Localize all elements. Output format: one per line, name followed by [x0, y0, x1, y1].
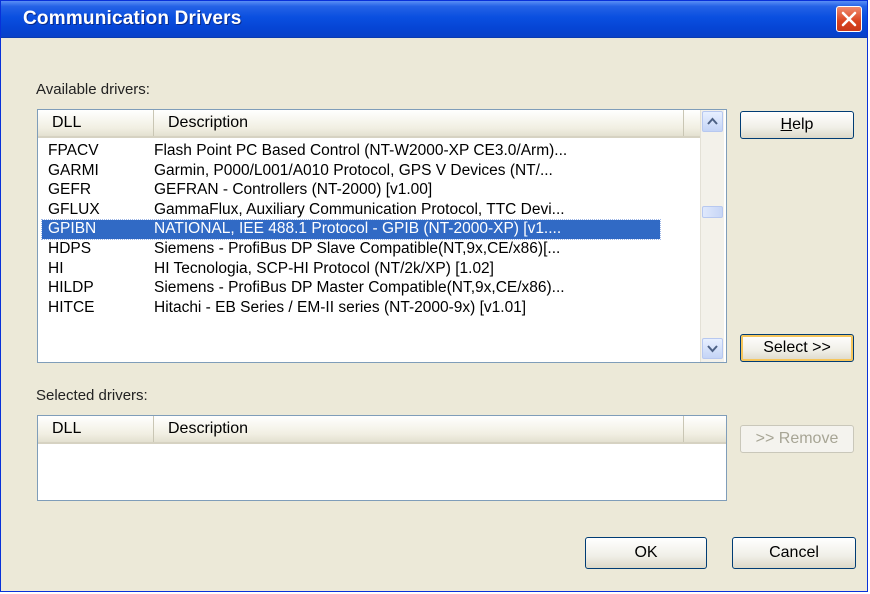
chevron-down-icon	[707, 345, 718, 353]
available-drivers-label: Available drivers:	[36, 81, 150, 98]
communication-drivers-dialog: Communication Drivers Available drivers:…	[0, 0, 868, 592]
driver-dll: GARMI	[48, 161, 99, 179]
vertical-scrollbar[interactable]	[700, 110, 724, 362]
driver-description: Hitachi - EB Series / EM-II series (NT-2…	[154, 298, 527, 316]
select-button[interactable]: Select >>	[740, 334, 854, 362]
column-header-dll[interactable]: DLL	[38, 416, 154, 442]
driver-description: GEFRAN - Controllers (NT-2000) [v1.00]	[154, 181, 433, 199]
driver-dll: HILDP	[48, 279, 94, 297]
driver-description: Siemens - ProfiBus DP Slave Compatible(N…	[154, 240, 561, 257]
scroll-down-button[interactable]	[702, 338, 723, 359]
column-header-description[interactable]: Description	[154, 110, 684, 136]
driver-dll: GPIBN	[48, 220, 97, 238]
help-button-label: elp	[792, 116, 814, 133]
help-button[interactable]: Help	[740, 111, 854, 139]
available-drivers-list[interactable]: DLL Description FPACV Flash Point PC Base…	[37, 109, 727, 363]
close-icon	[841, 11, 857, 27]
selected-list-header: DLL Description	[38, 416, 726, 444]
column-header-dll[interactable]: DLL	[38, 110, 154, 136]
close-button[interactable]	[836, 6, 862, 32]
driver-description: NATIONAL, IEE 488.1 Protocol - GPIB (NT-…	[154, 220, 562, 238]
selected-drivers-list[interactable]: DLL Description	[37, 415, 727, 501]
driver-dll: HI	[48, 259, 64, 277]
driver-description: Flash Point PC Based Control (NT-W2000-X…	[154, 142, 568, 159]
cancel-button[interactable]: Cancel	[732, 537, 856, 569]
window-title: Communication Drivers	[23, 8, 242, 29]
driver-dll: GEFR	[48, 181, 92, 199]
driver-dll: FPACV	[48, 142, 99, 159]
available-list-header: DLL Description	[38, 110, 700, 138]
selected-drivers-label: Selected drivers:	[36, 387, 148, 404]
driver-dll: HITCE	[48, 298, 95, 316]
remove-button[interactable]: >> Remove	[740, 425, 854, 453]
chevron-up-icon	[707, 117, 718, 125]
driver-description: HI Tecnologia, SCP-HI Protocol (NT/2k/XP…	[154, 259, 494, 277]
driver-dll: GFLUX	[48, 200, 100, 218]
driver-dll: HDPS	[48, 240, 92, 257]
scrollbar-thumb[interactable]	[702, 206, 723, 218]
scroll-up-button[interactable]	[702, 111, 723, 132]
title-bar[interactable]: Communication Drivers	[1, 1, 867, 38]
column-header-description[interactable]: Description	[154, 416, 684, 442]
help-accelerator: H	[780, 116, 793, 133]
driver-description: GammaFlux, Auxiliary Communication Proto…	[154, 200, 565, 218]
driver-description: Siemens - ProfiBus DP Master Compatible(…	[154, 279, 565, 297]
ok-button[interactable]: OK	[585, 537, 707, 569]
driver-description: Garmin, P000/L001/A010 Protocol, GPS V D…	[154, 161, 553, 179]
